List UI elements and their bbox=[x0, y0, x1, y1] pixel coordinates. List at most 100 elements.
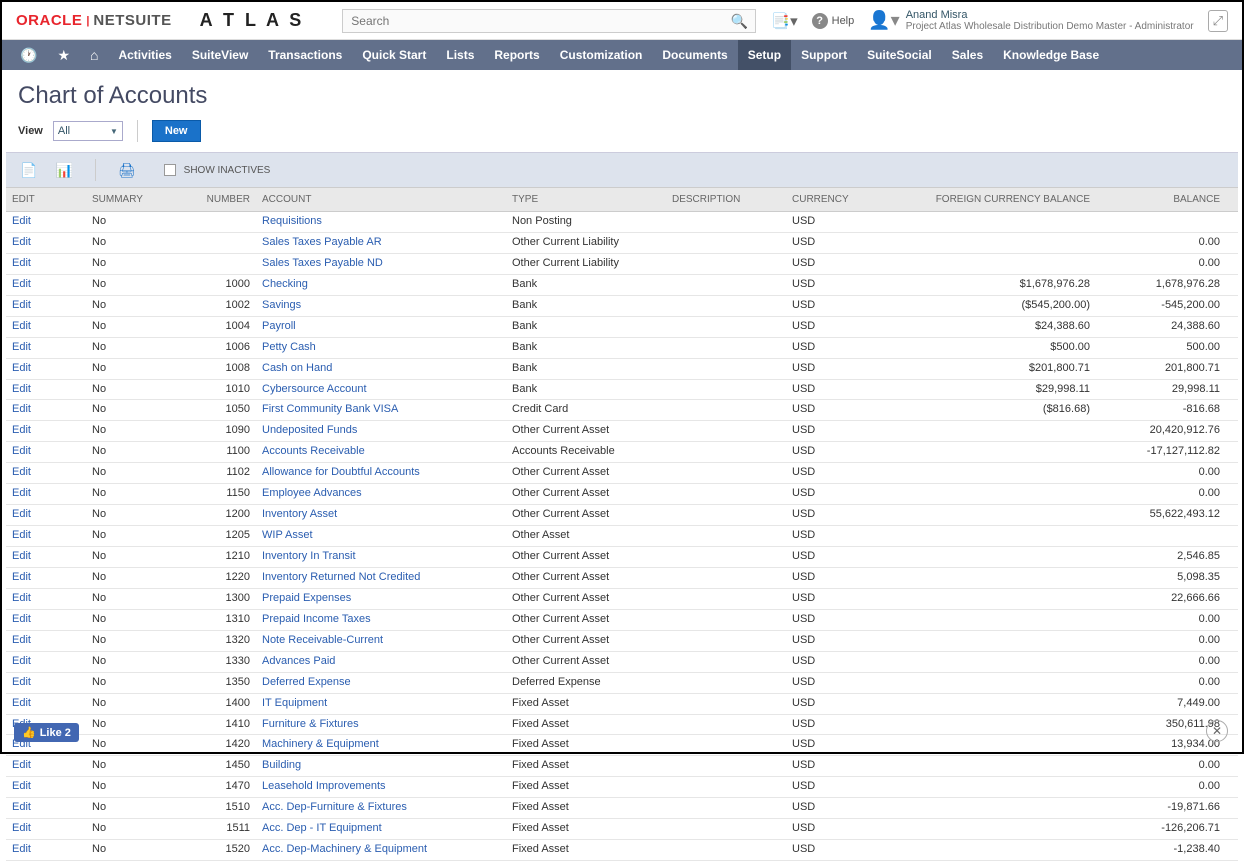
edit-link[interactable]: Edit bbox=[12, 424, 31, 436]
edit-link[interactable]: Edit bbox=[12, 843, 31, 855]
edit-link[interactable]: Edit bbox=[12, 759, 31, 771]
user-menu[interactable]: 👤▾ Anand Misra Project Atlas Wholesale D… bbox=[868, 9, 1193, 32]
edit-link[interactable]: Edit bbox=[12, 215, 31, 227]
edit-link[interactable]: Edit bbox=[12, 655, 31, 667]
account-link[interactable]: Requisitions bbox=[262, 215, 322, 227]
account-link[interactable]: Prepaid Expenses bbox=[262, 592, 351, 604]
print-icon[interactable]: 🖨 bbox=[118, 162, 136, 179]
nav-item-transactions[interactable]: Transactions bbox=[258, 40, 352, 70]
account-link[interactable]: Inventory Asset bbox=[262, 508, 337, 520]
nav-item-suiteview[interactable]: SuiteView bbox=[182, 40, 258, 70]
account-link[interactable]: Acc. Dep-Furniture & Fixtures bbox=[262, 801, 407, 813]
edit-link[interactable]: Edit bbox=[12, 550, 31, 562]
account-link[interactable]: Undeposited Funds bbox=[262, 424, 357, 436]
edit-link[interactable]: Edit bbox=[12, 697, 31, 709]
edit-link[interactable]: Edit bbox=[12, 780, 31, 792]
account-link[interactable]: Checking bbox=[262, 278, 308, 290]
nav-item-documents[interactable]: Documents bbox=[652, 40, 737, 70]
edit-link[interactable]: Edit bbox=[12, 466, 31, 478]
nav-item-sales[interactable]: Sales bbox=[942, 40, 993, 70]
edit-link[interactable]: Edit bbox=[12, 257, 31, 269]
col-balance[interactable]: BALANCE bbox=[1096, 191, 1226, 208]
edit-link[interactable]: Edit bbox=[12, 508, 31, 520]
account-link[interactable]: Inventory Returned Not Credited bbox=[262, 571, 420, 583]
fb-like-button[interactable]: 👍 Like 2 bbox=[14, 723, 79, 742]
account-link[interactable]: Prepaid Income Taxes bbox=[262, 613, 371, 625]
help-button[interactable]: ? Help bbox=[812, 13, 855, 29]
search-input[interactable] bbox=[342, 9, 756, 33]
account-link[interactable]: Advances Paid bbox=[262, 655, 335, 667]
nav-item-quick-start[interactable]: Quick Start bbox=[352, 40, 436, 70]
edit-link[interactable]: Edit bbox=[12, 299, 31, 311]
edit-link[interactable]: Edit bbox=[12, 445, 31, 457]
account-link[interactable]: WIP Asset bbox=[262, 529, 313, 541]
account-link[interactable]: Savings bbox=[262, 299, 301, 311]
account-link[interactable]: Cash on Hand bbox=[262, 362, 332, 374]
account-link[interactable]: Building bbox=[262, 759, 301, 771]
account-link[interactable]: Cybersource Account bbox=[262, 383, 367, 395]
nav-item-support[interactable]: Support bbox=[791, 40, 857, 70]
edit-link[interactable]: Edit bbox=[12, 592, 31, 604]
col-type[interactable]: TYPE bbox=[506, 191, 666, 208]
nav-item-suitesocial[interactable]: SuiteSocial bbox=[857, 40, 942, 70]
nav-item-activities[interactable]: Activities bbox=[108, 40, 181, 70]
account-link[interactable]: Deferred Expense bbox=[262, 676, 351, 688]
expand-icon[interactable]: ⤢ bbox=[1208, 10, 1228, 32]
account-link[interactable]: Leasehold Improvements bbox=[262, 780, 386, 792]
home-icon[interactable]: ⌂ bbox=[80, 47, 108, 63]
clock-icon[interactable]: 🕐 bbox=[10, 47, 47, 64]
col-foreign-currency-balance[interactable]: FOREIGN CURRENCY BALANCE bbox=[916, 191, 1096, 208]
account-link[interactable]: Allowance for Doubtful Accounts bbox=[262, 466, 420, 478]
edit-link[interactable]: Edit bbox=[12, 822, 31, 834]
account-link[interactable]: Sales Taxes Payable ND bbox=[262, 257, 383, 269]
star-icon[interactable]: ★ bbox=[47, 47, 80, 64]
shortcuts-icon[interactable]: 📑▾ bbox=[771, 12, 797, 30]
account-link[interactable]: First Community Bank VISA bbox=[262, 403, 398, 415]
account-link[interactable]: Petty Cash bbox=[262, 341, 316, 353]
edit-link[interactable]: Edit bbox=[12, 801, 31, 813]
account-link[interactable]: Note Receivable-Current bbox=[262, 634, 383, 646]
new-button[interactable]: New bbox=[152, 120, 201, 142]
nav-item-knowledge-base[interactable]: Knowledge Base bbox=[993, 40, 1109, 70]
account-link[interactable]: Inventory In Transit bbox=[262, 550, 356, 562]
edit-link[interactable]: Edit bbox=[12, 613, 31, 625]
edit-link[interactable]: Edit bbox=[12, 529, 31, 541]
account-link[interactable]: Employee Advances bbox=[262, 487, 362, 499]
export-excel-icon[interactable]: 📊 bbox=[55, 162, 72, 179]
nav-item-setup[interactable]: Setup bbox=[738, 40, 791, 70]
edit-link[interactable]: Edit bbox=[12, 403, 31, 415]
search-icon[interactable]: 🔍 bbox=[731, 13, 748, 30]
nav-item-lists[interactable]: Lists bbox=[436, 40, 484, 70]
edit-link[interactable]: Edit bbox=[12, 278, 31, 290]
account-link[interactable]: Furniture & Fixtures bbox=[262, 718, 359, 730]
col-summary[interactable]: SUMMARY bbox=[86, 191, 176, 208]
edit-link[interactable]: Edit bbox=[12, 341, 31, 353]
account-link[interactable]: Sales Taxes Payable AR bbox=[262, 236, 382, 248]
col-account[interactable]: ACCOUNT bbox=[256, 191, 506, 208]
cell-number: 1010 bbox=[176, 380, 256, 400]
account-link[interactable]: Acc. Dep - IT Equipment bbox=[262, 822, 382, 834]
col-edit[interactable]: EDIT bbox=[6, 191, 86, 208]
edit-link[interactable]: Edit bbox=[12, 236, 31, 248]
edit-link[interactable]: Edit bbox=[12, 383, 31, 395]
account-link[interactable]: Acc. Dep-Machinery & Equipment bbox=[262, 843, 427, 855]
col-number[interactable]: NUMBER bbox=[176, 191, 256, 208]
col-description[interactable]: DESCRIPTION bbox=[666, 191, 786, 208]
edit-link[interactable]: Edit bbox=[12, 634, 31, 646]
edit-link[interactable]: Edit bbox=[12, 362, 31, 374]
account-link[interactable]: Payroll bbox=[262, 320, 296, 332]
col-currency[interactable]: CURRENCY bbox=[786, 191, 916, 208]
account-link[interactable]: Machinery & Equipment bbox=[262, 738, 379, 750]
view-select[interactable]: All bbox=[53, 121, 123, 141]
edit-link[interactable]: Edit bbox=[12, 320, 31, 332]
export-doc-icon[interactable]: 📄 bbox=[20, 162, 37, 179]
show-inactives-checkbox[interactable] bbox=[164, 164, 176, 176]
edit-link[interactable]: Edit bbox=[12, 571, 31, 583]
nav-item-reports[interactable]: Reports bbox=[484, 40, 549, 70]
account-link[interactable]: IT Equipment bbox=[262, 697, 327, 709]
edit-link[interactable]: Edit bbox=[12, 676, 31, 688]
edit-link[interactable]: Edit bbox=[12, 487, 31, 499]
close-icon[interactable]: ✕ bbox=[1206, 720, 1228, 742]
nav-item-customization[interactable]: Customization bbox=[550, 40, 653, 70]
account-link[interactable]: Accounts Receivable bbox=[262, 445, 365, 457]
